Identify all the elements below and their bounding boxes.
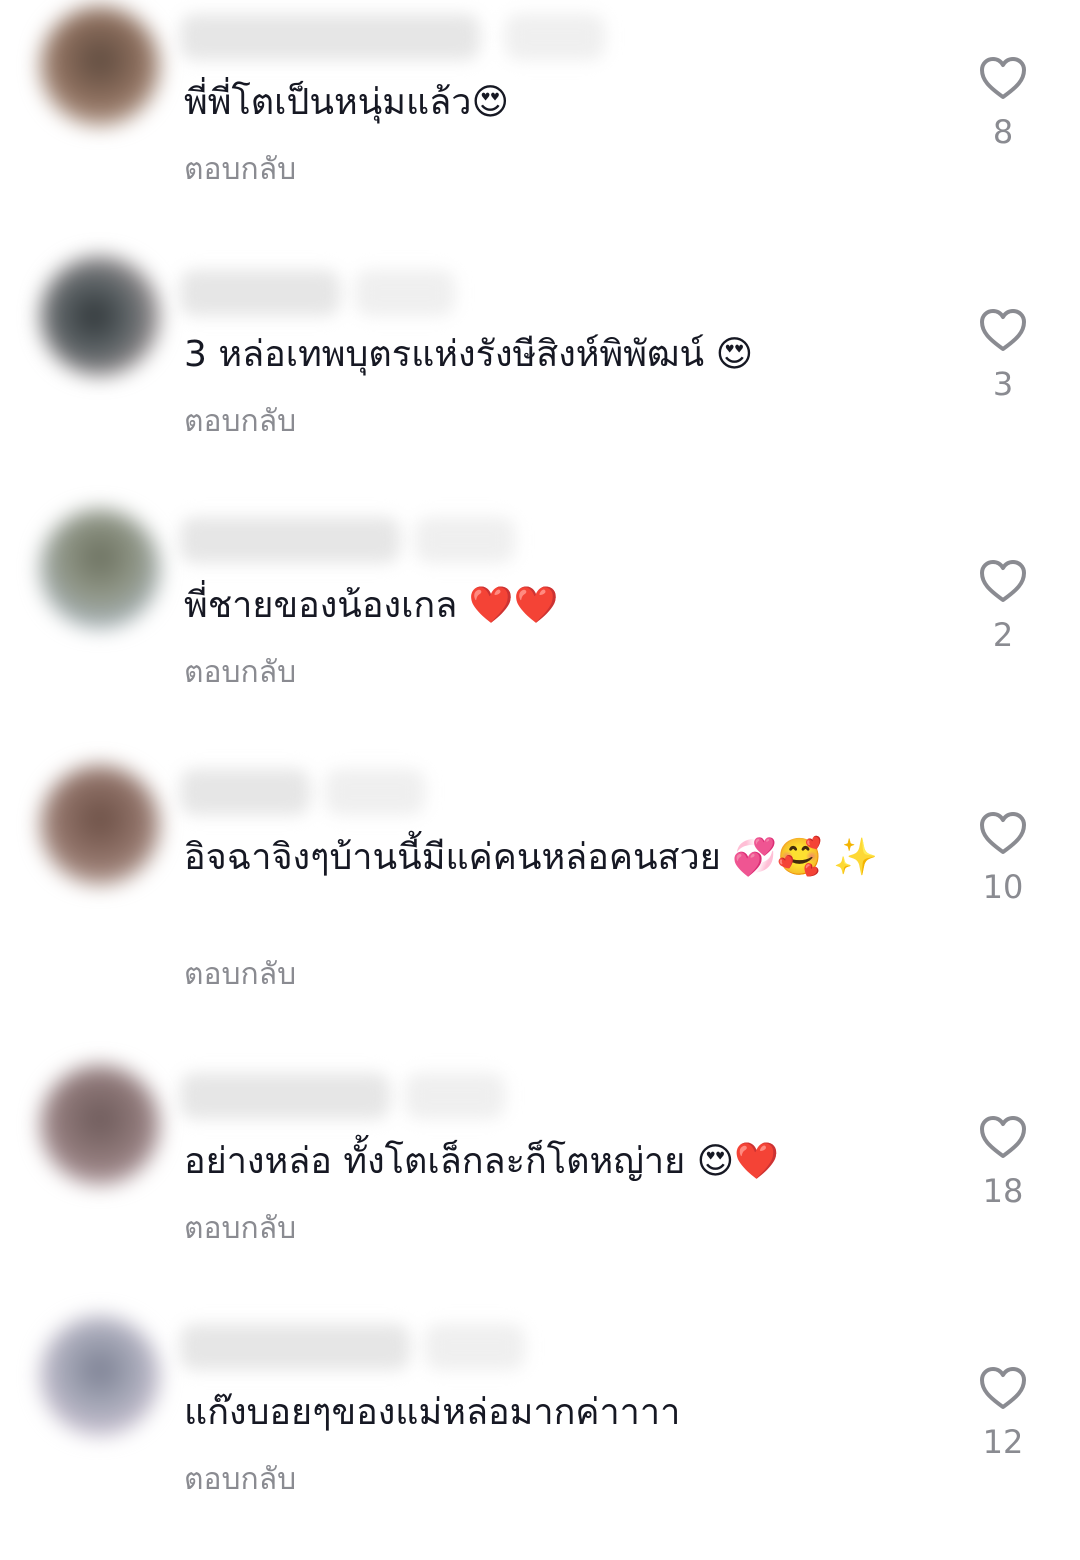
username-blurred[interactable] (180, 517, 400, 563)
like-control[interactable]: 2 (972, 559, 1034, 653)
heart-icon[interactable] (979, 559, 1027, 603)
username-blurred[interactable] (180, 769, 310, 815)
like-count: 3 (992, 365, 1014, 403)
comment-item: อย่างหล่อ ทั้งโตเล็กละก็โตหญ่าย 😍❤️ ตอบก… (0, 1059, 1080, 1309)
comment-text: แก๊งบอยๆของแม่หล่อมากค่าาาา (184, 1392, 681, 1433)
like-control[interactable]: 3 (972, 308, 1034, 402)
reply-button[interactable]: ตอบกลับ (184, 655, 296, 691)
avatar[interactable] (40, 1316, 160, 1436)
avatar[interactable] (40, 256, 160, 376)
comment-text: พี่พี่โตเป็นหนุ่มแล้ว😍 (184, 82, 510, 123)
like-control[interactable]: 8 (972, 56, 1034, 150)
timestamp-blurred (355, 270, 455, 316)
comment-item: แก๊งบอยๆของแม่หล่อมากค่าาาา ตอบกลับ 12 (0, 1310, 1080, 1560)
like-count: 10 (982, 868, 1024, 906)
timestamp-blurred (425, 1324, 525, 1370)
username-blurred[interactable] (180, 1324, 410, 1370)
comment-text: พี่ชายของน้องเกล ❤️❤️ (184, 585, 559, 626)
timestamp-blurred (505, 14, 605, 60)
avatar[interactable] (40, 509, 160, 629)
username-blurred[interactable] (180, 14, 480, 60)
heart-icon[interactable] (979, 811, 1027, 855)
comment-item: พี่พี่โตเป็นหนุ่มแล้ว😍 ตอบกลับ 8 (0, 0, 1080, 250)
username-blurred[interactable] (180, 1073, 390, 1119)
like-count: 8 (992, 113, 1014, 151)
comment-text: อย่างหล่อ ทั้งโตเล็กละก็โตหญ่าย 😍❤️ (184, 1141, 779, 1182)
heart-icon[interactable] (979, 308, 1027, 352)
reply-button[interactable]: ตอบกลับ (184, 404, 296, 440)
like-count: 18 (982, 1172, 1024, 1210)
avatar[interactable] (40, 765, 160, 885)
timestamp-blurred (325, 769, 425, 815)
like-count: 2 (992, 616, 1014, 654)
like-control[interactable]: 12 (972, 1366, 1034, 1460)
heart-icon[interactable] (979, 1366, 1027, 1410)
reply-button[interactable]: ตอบกลับ (184, 1211, 296, 1247)
comment-text: 3 หล่อเทพบุตรแห่งรังษีสิงห์พิพัฒน์ 😍 (184, 334, 754, 375)
comment-item: อิจฉาจิงๆบ้านนี้มีแค่คนหล่อคนสวย 💞🥰 ✨ ตอ… (0, 755, 1080, 1005)
like-count: 12 (982, 1423, 1024, 1461)
like-control[interactable]: 18 (972, 1115, 1034, 1209)
like-control[interactable]: 10 (972, 811, 1034, 905)
reply-button[interactable]: ตอบกลับ (184, 957, 296, 993)
comment-item: 3 หล่อเทพบุตรแห่งรังษีสิงห์พิพัฒน์ 😍 ตอบ… (0, 252, 1080, 502)
timestamp-blurred (405, 1073, 505, 1119)
heart-icon[interactable] (979, 1115, 1027, 1159)
username-blurred[interactable] (180, 270, 340, 316)
reply-button[interactable]: ตอบกลับ (184, 1462, 296, 1498)
avatar[interactable] (40, 1065, 160, 1185)
comment-text: อิจฉาจิงๆบ้านนี้มีแค่คนหล่อคนสวย 💞🥰 ✨ (184, 837, 879, 878)
avatar[interactable] (40, 6, 160, 126)
reply-button[interactable]: ตอบกลับ (184, 152, 296, 188)
comment-item: พี่ชายของน้องเกล ❤️❤️ ตอบกลับ 2 (0, 503, 1080, 753)
timestamp-blurred (415, 517, 515, 563)
heart-icon[interactable] (979, 56, 1027, 100)
